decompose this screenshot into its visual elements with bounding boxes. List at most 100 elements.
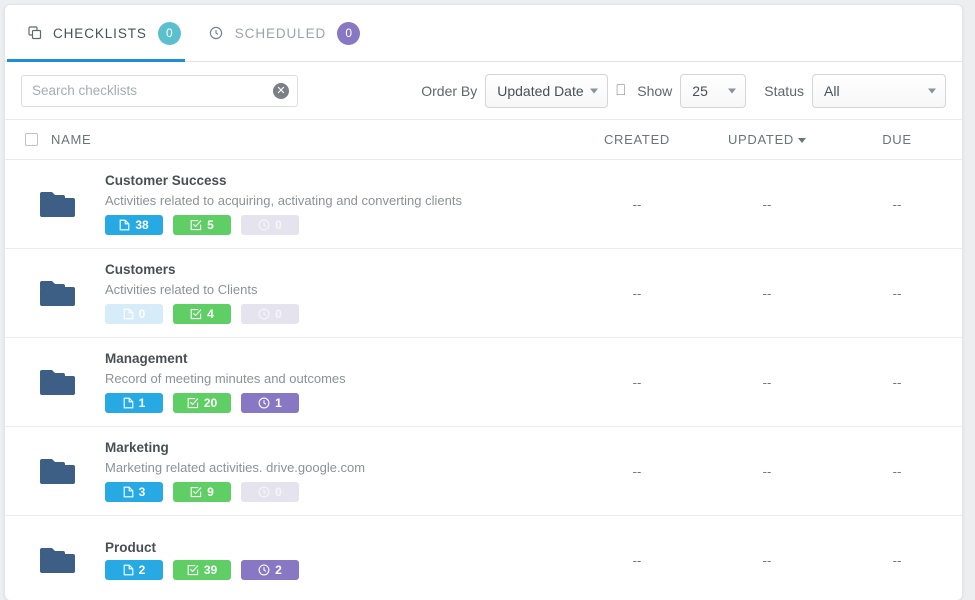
checklist-description: Record of meeting minutes and outcomes bbox=[105, 371, 346, 386]
tasks-chip[interactable]: 39 bbox=[173, 560, 231, 580]
column-header-name[interactable]: NAME bbox=[51, 132, 572, 147]
documents-chip-count: 38 bbox=[135, 218, 149, 232]
tab-checklists[interactable]: CHECKLISTS 0 bbox=[21, 5, 203, 61]
status-label: Status bbox=[764, 82, 804, 99]
scheduled-chip-count: 0 bbox=[275, 307, 282, 321]
chevron-down-icon bbox=[590, 88, 599, 93]
documents-chip[interactable]: 38 bbox=[105, 215, 163, 235]
folder-icon bbox=[5, 367, 105, 397]
tasks-chip-count: 4 bbox=[207, 307, 214, 321]
column-header-updated-label: UPDATED bbox=[727, 132, 795, 147]
updated-cell: -- bbox=[762, 374, 772, 390]
row-content: Product 2 39 2 bbox=[105, 540, 572, 580]
table-row[interactable]: Marketing Marketing related activities. d… bbox=[5, 427, 962, 516]
scheduled-chip[interactable]: 0 bbox=[241, 482, 299, 502]
chip-group: 38 5 0 bbox=[105, 215, 562, 235]
table-row[interactable]: Product 2 39 2 -- -- -- bbox=[5, 516, 962, 600]
documents-chip-count: 1 bbox=[138, 396, 146, 410]
show-count-value: 25 bbox=[692, 82, 708, 99]
created-cell: -- bbox=[632, 463, 642, 479]
scheduled-chip-count: 0 bbox=[275, 218, 282, 232]
tab-scheduled[interactable]: SCHEDULED 0 bbox=[203, 5, 382, 61]
checklist-name[interactable]: Customer Success bbox=[105, 173, 562, 188]
order-by-value: Updated Date bbox=[497, 82, 584, 99]
show-count-select[interactable]: 25 bbox=[680, 73, 747, 108]
created-cell: -- bbox=[632, 285, 642, 301]
tasks-chip[interactable]: 9 bbox=[173, 482, 231, 502]
order-by-select[interactable]: Updated Date bbox=[485, 73, 609, 108]
scheduled-chip-count: 2 bbox=[275, 563, 282, 577]
documents-chip-count: 0 bbox=[138, 307, 146, 321]
chip-group: 3 9 0 bbox=[105, 482, 562, 502]
column-header-due[interactable]: DUE bbox=[832, 132, 962, 147]
order-by-label: Order By bbox=[421, 82, 478, 99]
due-cell: -- bbox=[892, 374, 902, 390]
tab-checklists-label: CHECKLISTS bbox=[53, 25, 147, 41]
documents-chip-count: 2 bbox=[138, 563, 146, 577]
tasks-chip[interactable]: 4 bbox=[173, 304, 231, 324]
scheduled-chip-count: 0 bbox=[275, 485, 282, 499]
sort-desc-icon bbox=[798, 138, 807, 144]
created-cell: -- bbox=[632, 374, 642, 390]
row-content: Customers Activities related to Clients 0 4… bbox=[105, 262, 572, 324]
checklist-description: Activities related to Clients bbox=[105, 282, 258, 297]
row-content: Marketing Marketing related activities. d… bbox=[105, 440, 572, 502]
table-row[interactable]: Customers Activities related to Clients 0 4… bbox=[5, 249, 962, 338]
status-value: All bbox=[824, 82, 840, 99]
clear-search-icon[interactable]: ✕ bbox=[273, 82, 289, 99]
documents-chip[interactable]: 2 bbox=[105, 560, 163, 580]
chip-group: 2 39 2 bbox=[105, 560, 562, 580]
active-tab-indicator bbox=[7, 59, 185, 62]
row-content: Management Record of meeting minutes and … bbox=[105, 351, 572, 413]
updated-cell: -- bbox=[762, 463, 772, 479]
status-select[interactable]: All bbox=[812, 73, 946, 108]
due-cell: -- bbox=[892, 463, 902, 479]
column-header-updated[interactable]: UPDATED bbox=[702, 132, 832, 147]
folder-icon bbox=[5, 189, 105, 219]
chip-group: 0 4 0 bbox=[105, 304, 562, 324]
select-all-checkbox[interactable] bbox=[25, 133, 38, 146]
documents-chip[interactable]: 0 bbox=[105, 304, 163, 324]
due-cell: -- bbox=[892, 285, 902, 301]
tasks-chip-count: 20 bbox=[203, 396, 218, 410]
search-input[interactable] bbox=[21, 74, 298, 107]
tab-scheduled-label: SCHEDULED bbox=[234, 25, 327, 41]
created-cell: -- bbox=[632, 196, 642, 212]
scheduled-chip[interactable]: 1 bbox=[241, 393, 299, 413]
scheduled-chip[interactable]: 0 bbox=[241, 215, 299, 235]
tasks-chip-count: 9 bbox=[207, 485, 214, 499]
documents-chip[interactable]: 3 bbox=[105, 482, 163, 502]
created-cell: -- bbox=[632, 552, 642, 568]
documents-chip[interactable]: 1 bbox=[105, 393, 163, 413]
folder-icon bbox=[5, 456, 105, 486]
search-field: ✕ bbox=[21, 74, 298, 107]
due-cell: -- bbox=[892, 552, 902, 568]
scheduled-chip-count: 1 bbox=[275, 396, 282, 410]
scheduled-chip[interactable]: 0 bbox=[241, 304, 299, 324]
checklist-description: Activities related to acquiring, activat… bbox=[105, 193, 462, 208]
checklist-name[interactable]: Marketing bbox=[105, 440, 562, 455]
scheduled-chip[interactable]: 2 bbox=[241, 560, 299, 580]
tasks-chip[interactable]: 5 bbox=[173, 215, 231, 235]
column-header-created[interactable]: CREATED bbox=[572, 132, 702, 147]
checklists-panel: CHECKLISTS 0 SCHEDULED 0 ✕ Order By Upda… bbox=[4, 4, 963, 600]
checklist-name[interactable]: Customers bbox=[105, 262, 562, 277]
checklist-name[interactable]: Product bbox=[105, 540, 562, 555]
table-row[interactable]: Customer Success Activities related to ac… bbox=[5, 160, 962, 249]
chevron-down-icon bbox=[728, 88, 737, 93]
tasks-chip[interactable]: 20 bbox=[173, 393, 231, 413]
tasks-chip-count: 39 bbox=[203, 563, 218, 577]
chevron-down-icon bbox=[928, 88, 936, 93]
select-all-cell bbox=[5, 133, 51, 146]
table-body: Customer Success Activities related to ac… bbox=[5, 160, 962, 600]
row-content: Customer Success Activities related to ac… bbox=[105, 173, 572, 235]
tab-bar: CHECKLISTS 0 SCHEDULED 0 bbox=[5, 5, 962, 62]
table-row[interactable]: Management Record of meeting minutes and … bbox=[5, 338, 962, 427]
updated-cell: -- bbox=[762, 552, 772, 568]
folder-icon bbox=[5, 545, 105, 575]
documents-chip-count: 3 bbox=[138, 485, 146, 499]
filter-controls: Order By Updated Date ⎕ Show 25 Status A… bbox=[421, 73, 946, 108]
table-header: NAME CREATED UPDATED DUE bbox=[5, 120, 962, 160]
checklist-name[interactable]: Management bbox=[105, 351, 562, 366]
checklist-description: Marketing related activities. drive.goog… bbox=[105, 460, 366, 475]
